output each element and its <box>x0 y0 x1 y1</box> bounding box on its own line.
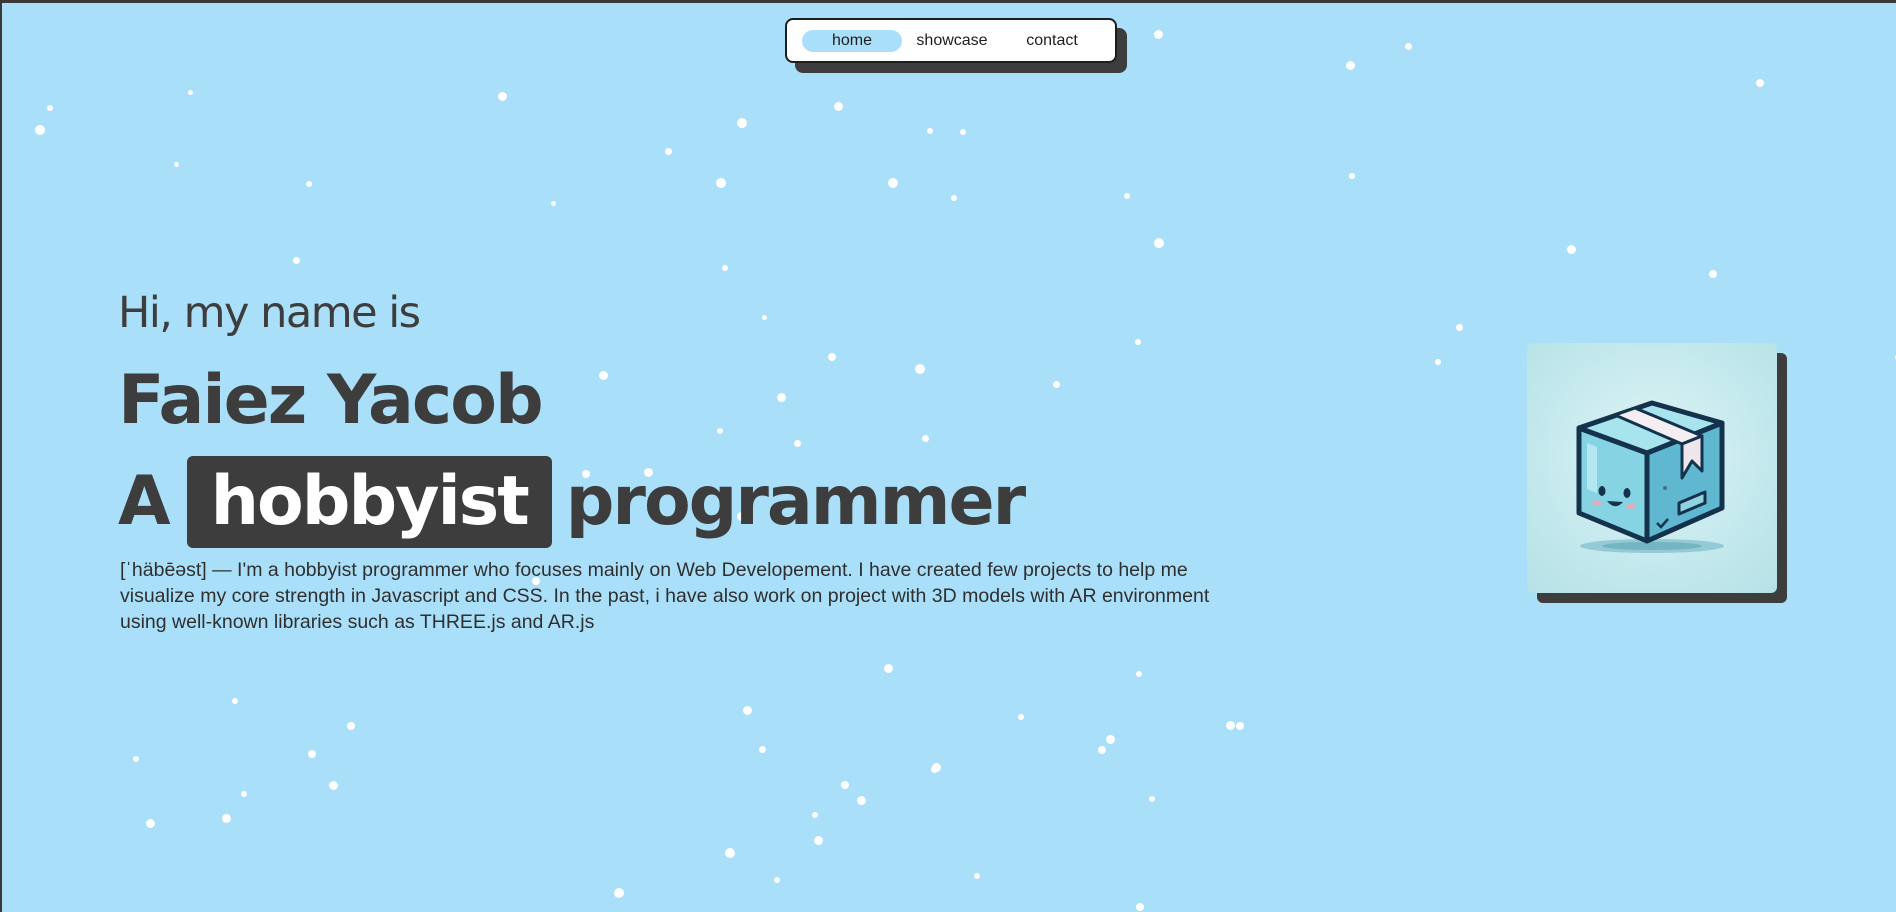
snowflake <box>833 101 843 111</box>
snowflake <box>1756 79 1764 87</box>
snowflake <box>292 256 300 264</box>
snowflake <box>347 722 355 730</box>
snowflake <box>888 178 898 188</box>
snowflake <box>241 791 247 797</box>
intro-description: [ˈhäbēəst] — I'm a hobbyist programmer w… <box>120 559 1210 633</box>
snowflake <box>813 835 823 845</box>
snowflake <box>722 265 728 271</box>
snowflake <box>1455 323 1463 331</box>
snowflake <box>1404 42 1412 50</box>
snowflake <box>841 781 849 789</box>
snowflake <box>1105 734 1115 744</box>
snowflake <box>1709 270 1717 278</box>
snowflake <box>308 750 316 758</box>
snowflake <box>328 780 338 790</box>
snowflake <box>774 877 780 883</box>
snowflake <box>1345 60 1355 70</box>
snowflake <box>47 105 53 111</box>
snowflake <box>614 888 624 898</box>
snowflake <box>1349 173 1355 179</box>
top-navbar: home showcase contact <box>785 18 1127 73</box>
snowflake <box>35 125 45 135</box>
snowflake <box>664 147 672 155</box>
hero-section: Hi, my name is Faiez Yacob A hobbyist pr… <box>118 283 1218 635</box>
snowflake <box>974 873 980 879</box>
snowflake <box>742 705 752 715</box>
snowflake <box>716 178 726 188</box>
tagline: A hobbyist programmer <box>118 455 1218 549</box>
snowflake <box>187 89 193 95</box>
snowflake <box>1566 244 1576 254</box>
snowflake <box>306 181 312 187</box>
snowflake <box>1018 714 1024 720</box>
snowflake <box>758 745 766 753</box>
snowflake <box>931 762 941 772</box>
nav-showcase-link[interactable]: showcase <box>902 30 1002 52</box>
snowflake <box>550 200 556 206</box>
illustration-frame <box>1527 343 1777 593</box>
snowflake <box>173 161 179 167</box>
author-name: Faiez Yacob <box>118 361 544 440</box>
snowflake <box>1098 746 1106 754</box>
tagline-prefix: A <box>118 462 171 541</box>
snowflake <box>1153 29 1163 39</box>
illustration-card <box>1527 343 1787 603</box>
snowflake <box>145 818 155 828</box>
snowflake <box>1435 359 1441 365</box>
snowflake <box>497 91 507 101</box>
snowflake <box>960 129 966 135</box>
snowflake <box>1154 238 1164 248</box>
snowflake <box>1236 722 1244 730</box>
snowflake <box>1136 903 1144 911</box>
nav-home-link[interactable]: home <box>802 29 902 52</box>
snowflake <box>221 813 231 823</box>
navbar: home showcase contact <box>785 18 1117 63</box>
snowflake <box>133 756 139 762</box>
nav-contact-link[interactable]: contact <box>1002 30 1102 52</box>
snowflake <box>812 812 818 818</box>
tagline-suffix: programmer <box>565 462 1026 541</box>
cute-box-icon <box>1576 400 1725 553</box>
snowflake <box>1124 193 1130 199</box>
snowflake <box>930 765 938 773</box>
tagline-highlight: hobbyist <box>186 456 552 548</box>
snowflake <box>737 118 747 128</box>
snowflake <box>232 698 238 704</box>
snowflake <box>1225 720 1235 730</box>
snowflake <box>1136 671 1142 677</box>
snowflake <box>927 128 933 134</box>
snowflake <box>1149 796 1155 802</box>
snowflake <box>883 663 893 673</box>
snowflake <box>725 848 735 858</box>
snowflake <box>856 795 866 805</box>
greeting-text: Hi, my name is <box>118 288 421 338</box>
snowflake <box>951 195 957 201</box>
